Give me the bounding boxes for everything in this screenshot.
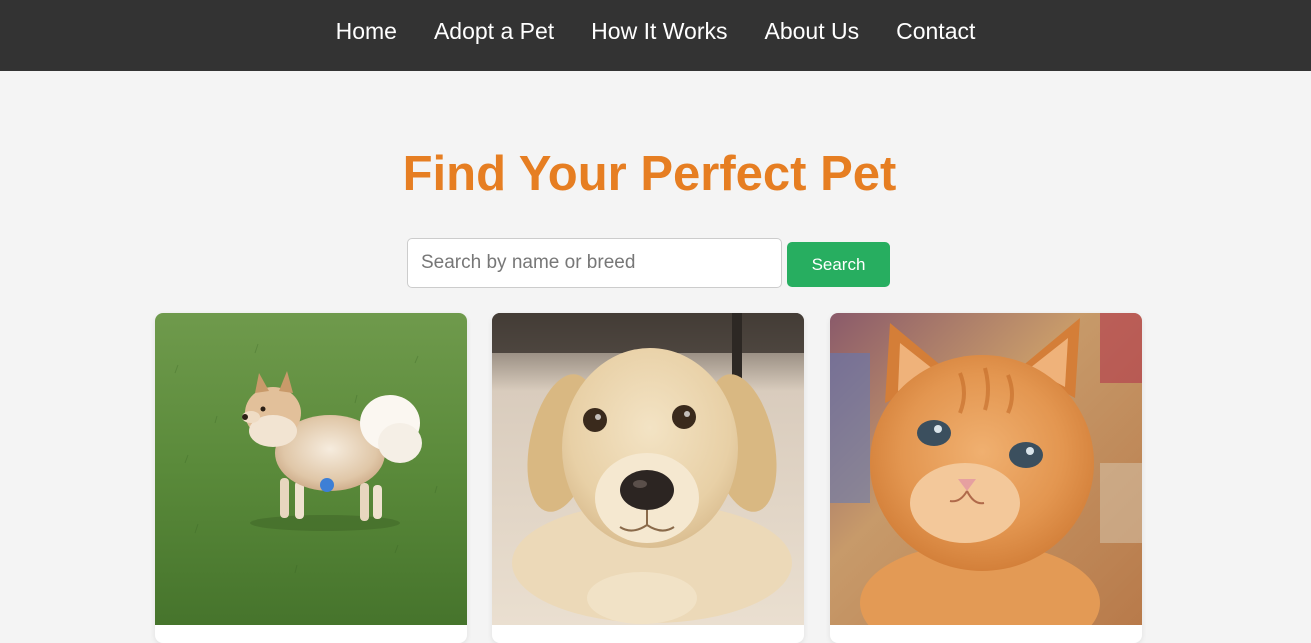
pet-card[interactable] (155, 313, 467, 643)
labrador-puppy-photo[interactable] (492, 313, 804, 625)
nav-contact-link[interactable]: Contact (896, 20, 975, 43)
search-button[interactable]: Search (787, 242, 890, 287)
pet-card[interactable] (492, 313, 804, 643)
nav-about-link[interactable]: About Us (765, 20, 860, 43)
search-input[interactable] (407, 238, 782, 288)
pomeranian-dog-photo[interactable] (155, 313, 467, 625)
top-navbar: Home Adopt a Pet How It Works About Us C… (0, 0, 1311, 71)
nav-home-link[interactable]: Home (336, 20, 397, 43)
pet-card[interactable] (830, 313, 1142, 643)
nav-adopt-link[interactable]: Adopt a Pet (434, 20, 554, 43)
orange-kitten-photo[interactable] (830, 313, 1142, 625)
page-title: Find Your Perfect Pet (402, 147, 897, 201)
nav-how-it-works-link[interactable]: How It Works (591, 20, 727, 43)
